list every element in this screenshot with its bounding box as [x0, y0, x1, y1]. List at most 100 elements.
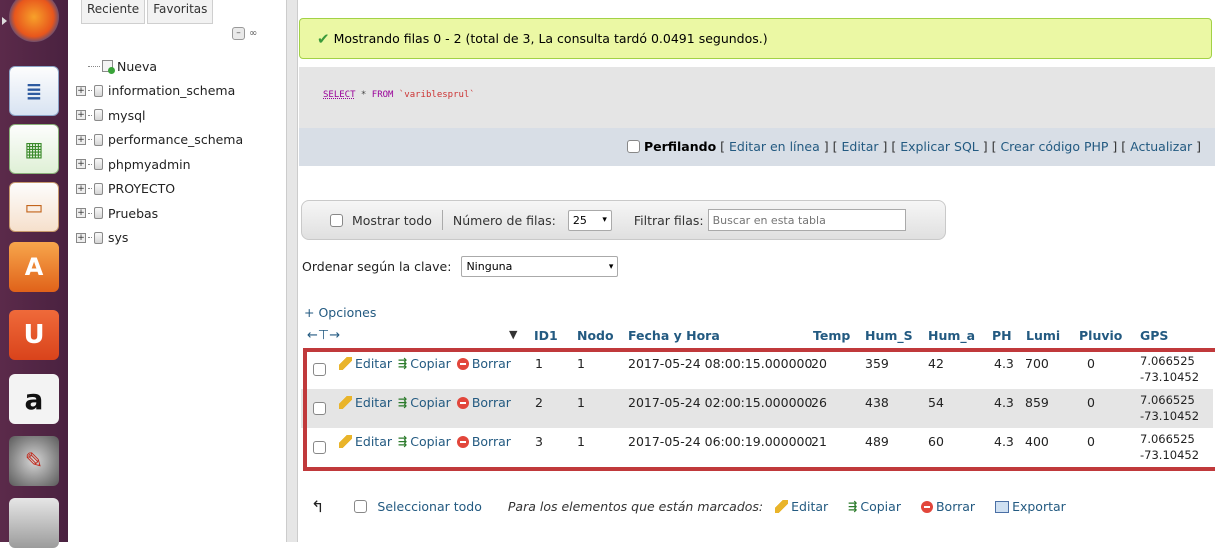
- refresh-link[interactable]: Actualizar: [1130, 139, 1192, 154]
- cell-id1[interactable]: 3: [535, 434, 543, 449]
- column-header-hum-s[interactable]: Hum_S: [865, 328, 913, 343]
- expand-icon[interactable]: +: [76, 159, 86, 170]
- software-center-icon[interactable]: A: [9, 242, 59, 292]
- system-settings-icon[interactable]: ✎: [9, 436, 59, 486]
- cell-nodo[interactable]: 1: [577, 395, 585, 410]
- expand-icon[interactable]: +: [76, 110, 86, 121]
- cell-gps-lon[interactable]: -73.10452: [1140, 448, 1199, 462]
- tree-item-information-schema[interactable]: + information_schema: [76, 79, 243, 104]
- column-header-gps[interactable]: GPS: [1140, 328, 1168, 343]
- tree-item-mysql[interactable]: + mysql: [76, 103, 243, 128]
- column-header-lumi[interactable]: Lumi: [1026, 328, 1060, 343]
- profiling-checkbox[interactable]: [626, 140, 640, 153]
- delete-row-button[interactable]: Borrar: [456, 434, 511, 449]
- cell-ph[interactable]: 4.3: [994, 356, 1014, 371]
- edit-row-button[interactable]: Editar: [339, 434, 392, 449]
- cell-fecha[interactable]: 2017-05-24 02:00:15.000000: [628, 395, 812, 410]
- create-php-link[interactable]: Crear código PHP: [1000, 139, 1108, 154]
- filter-rows-input[interactable]: [707, 209, 906, 231]
- expand-icon[interactable]: +: [76, 232, 86, 243]
- impress-icon[interactable]: ▭: [9, 182, 59, 232]
- sort-desc-icon[interactable]: ▼: [509, 328, 517, 341]
- cell-pluvio[interactable]: 0: [1087, 356, 1095, 371]
- cell-hum-a[interactable]: 54: [928, 395, 944, 410]
- expand-icon[interactable]: +: [76, 134, 86, 145]
- cell-lumi[interactable]: 859: [1025, 395, 1049, 410]
- cell-gps-lat[interactable]: 7.066525: [1140, 432, 1195, 446]
- column-arrows-icon[interactable]: ←⊤→: [307, 328, 340, 343]
- bulk-delete-button[interactable]: Borrar: [920, 499, 975, 514]
- bulk-edit-button[interactable]: Editar: [775, 499, 828, 514]
- tree-item-phpmyadmin[interactable]: + phpmyadmin: [76, 152, 243, 177]
- expand-icon[interactable]: +: [76, 208, 86, 219]
- tree-item-new[interactable]: Nueva: [76, 54, 243, 79]
- cell-fecha[interactable]: 2017-05-24 06:00:19.000000: [628, 434, 812, 449]
- cell-gps-lat[interactable]: 7.066525: [1140, 354, 1195, 368]
- column-header-id1[interactable]: ID1: [534, 328, 558, 343]
- link-icon[interactable]: ∞: [249, 27, 257, 40]
- options-link[interactable]: + Opciones: [304, 305, 376, 320]
- cell-nodo[interactable]: 1: [577, 356, 585, 371]
- edit-inline-link[interactable]: Editar en línea: [729, 139, 820, 154]
- bulk-export-button[interactable]: Exportar: [995, 499, 1066, 514]
- writer-icon[interactable]: ≣: [9, 66, 59, 116]
- cell-ph[interactable]: 4.3: [994, 434, 1014, 449]
- cell-temp[interactable]: 26: [811, 395, 827, 410]
- column-header-temp[interactable]: Temp: [813, 328, 850, 343]
- panel-splitter[interactable]: [286, 0, 298, 542]
- select-all-label[interactable]: Seleccionar todo: [377, 499, 481, 514]
- column-header-fecha[interactable]: Fecha y Hora: [628, 328, 720, 343]
- copy-row-button[interactable]: ⇶ Copiar: [398, 356, 451, 371]
- rows-per-page-select[interactable]: 25 ▾: [567, 209, 612, 231]
- column-header-pluvio[interactable]: Pluvio: [1079, 328, 1122, 343]
- tree-item-proyecto[interactable]: + PROYECTO: [76, 177, 243, 202]
- column-header-ph[interactable]: PH: [992, 328, 1012, 343]
- cell-hum-s[interactable]: 438: [865, 395, 889, 410]
- copy-row-button[interactable]: ⇶ Copiar: [398, 434, 451, 449]
- firefox-icon[interactable]: [9, 0, 59, 42]
- row-checkbox[interactable]: [313, 363, 326, 376]
- edit-link[interactable]: Editar: [841, 139, 878, 154]
- cell-fecha[interactable]: 2017-05-24 08:00:15.000000: [628, 356, 812, 371]
- delete-row-button[interactable]: Borrar: [456, 395, 511, 410]
- show-all-checkbox[interactable]: [330, 213, 343, 227]
- sql-keyword-select[interactable]: SELECT: [323, 90, 356, 100]
- tree-item-pruebas[interactable]: + Pruebas: [76, 201, 243, 226]
- row-checkbox[interactable]: [313, 441, 326, 454]
- cell-pluvio[interactable]: 0: [1087, 434, 1095, 449]
- cell-ph[interactable]: 4.3: [994, 395, 1014, 410]
- column-header-nodo[interactable]: Nodo: [577, 328, 614, 343]
- expand-icon[interactable]: +: [76, 183, 86, 194]
- tab-recent[interactable]: Reciente: [81, 0, 146, 24]
- bulk-copy-button[interactable]: ⇶ Copiar: [848, 499, 901, 514]
- amazon-icon[interactable]: a: [9, 374, 59, 424]
- cell-gps-lat[interactable]: 7.066525: [1140, 393, 1195, 407]
- cell-pluvio[interactable]: 0: [1087, 395, 1095, 410]
- cell-hum-s[interactable]: 489: [865, 434, 889, 449]
- cell-lumi[interactable]: 700: [1025, 356, 1049, 371]
- cell-hum-s[interactable]: 359: [865, 356, 889, 371]
- cell-hum-a[interactable]: 42: [928, 356, 944, 371]
- select-all-checkbox[interactable]: [354, 500, 368, 513]
- cell-hum-a[interactable]: 60: [928, 434, 944, 449]
- tab-favorites[interactable]: Favoritas: [147, 0, 214, 24]
- cell-gps-lon[interactable]: -73.10452: [1140, 370, 1199, 384]
- cell-id1[interactable]: 1: [535, 356, 543, 371]
- explain-sql-link[interactable]: Explicar SQL: [900, 139, 979, 154]
- row-checkbox[interactable]: [313, 402, 326, 415]
- sort-key-select[interactable]: Ninguna ▾: [461, 256, 619, 277]
- column-header-hum-a[interactable]: Hum_a: [928, 328, 975, 343]
- calc-icon[interactable]: ▦: [9, 124, 59, 174]
- cell-lumi[interactable]: 400: [1025, 434, 1049, 449]
- cell-nodo[interactable]: 1: [577, 434, 585, 449]
- tree-item-performance-schema[interactable]: + performance_schema: [76, 128, 243, 153]
- expand-icon[interactable]: +: [76, 85, 86, 96]
- cell-gps-lon[interactable]: -73.10452: [1140, 409, 1199, 423]
- copy-row-button[interactable]: ⇶ Copiar: [398, 395, 451, 410]
- collapse-all-icon[interactable]: –: [232, 27, 245, 40]
- edit-row-button[interactable]: Editar: [339, 356, 392, 371]
- tree-item-sys[interactable]: + sys: [76, 226, 243, 251]
- cell-temp[interactable]: 20: [811, 356, 827, 371]
- cell-temp[interactable]: 21: [811, 434, 827, 449]
- cell-id1[interactable]: 2: [535, 395, 543, 410]
